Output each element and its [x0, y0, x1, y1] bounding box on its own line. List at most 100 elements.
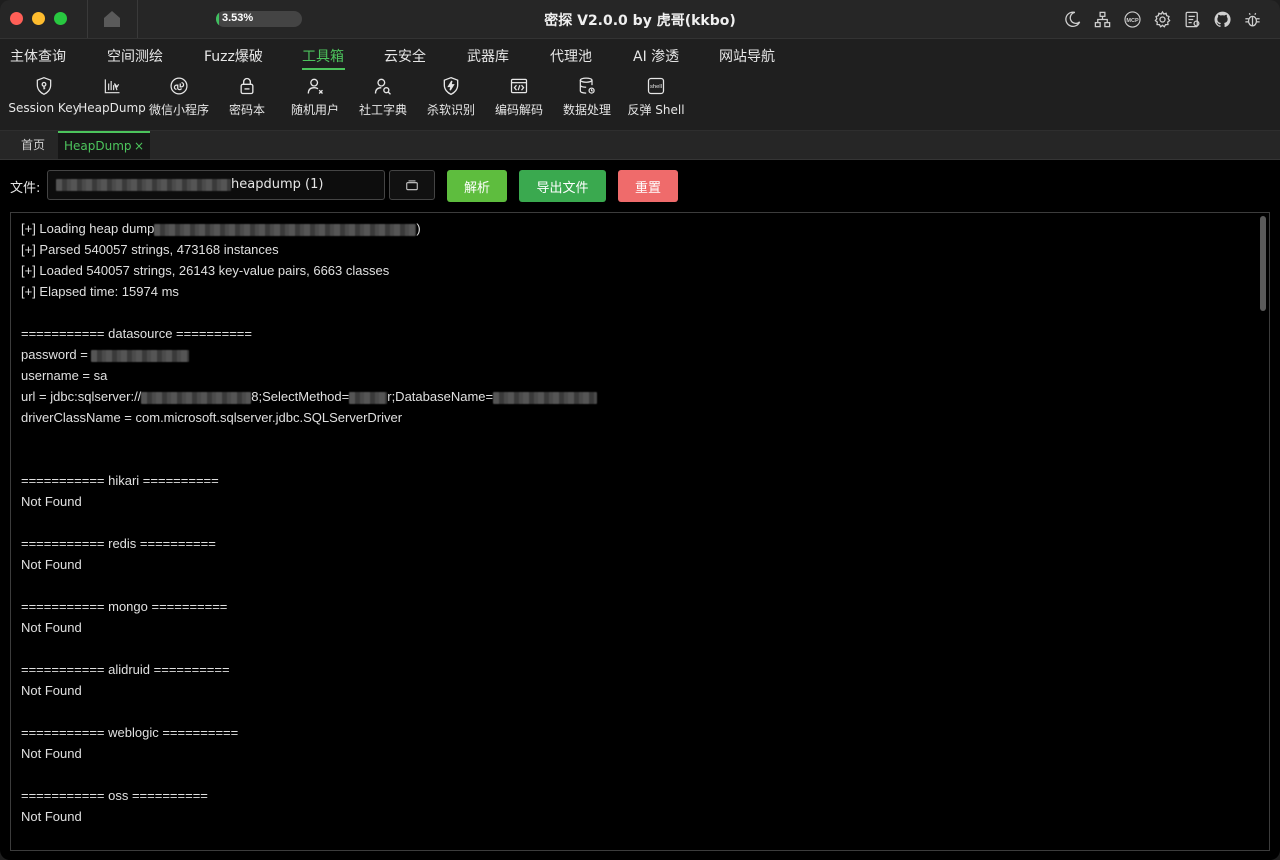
- menu-item-arsenal[interactable]: 武器库: [467, 46, 509, 66]
- browse-folder-button[interactable]: [389, 170, 435, 200]
- redacted-text: [154, 223, 417, 236]
- output-text: Not Found: [21, 809, 82, 824]
- mini-program-icon: [170, 77, 188, 95]
- user-search-icon: [374, 78, 391, 95]
- svg-text:shell: shell: [650, 84, 662, 90]
- parse-button[interactable]: 解析: [447, 170, 507, 202]
- output-text: url = jdbc:sqlserver://: [21, 389, 142, 404]
- output-text: [+] Loading heap dump: [21, 221, 155, 236]
- folder-icon: [406, 180, 418, 191]
- output-line: Not Found: [21, 743, 1251, 764]
- tool-session-key[interactable]: Session Key: [8, 76, 80, 115]
- output-line: Not Found: [21, 617, 1251, 638]
- gear-icon[interactable]: [1152, 9, 1172, 29]
- output-line: =========== redis ==========: [21, 533, 1251, 554]
- menu-item-site-nav[interactable]: 网站导航: [719, 46, 775, 66]
- app-window: 3.53% 密探 V2.0.0 by 虎哥(kkbo) MCP 主体查询 空间测…: [0, 0, 1280, 860]
- tool-label: 随机用户: [290, 103, 339, 117]
- scrollbar[interactable]: [1260, 216, 1266, 311]
- maximize-window-button[interactable]: [54, 12, 67, 25]
- tool-password-book[interactable]: 密码本: [220, 76, 274, 118]
- home-icon[interactable]: [100, 7, 124, 31]
- tool-av-detect[interactable]: 杀软识别: [424, 76, 478, 118]
- shield-bolt-icon: [443, 76, 459, 96]
- tab-home[interactable]: 首页: [10, 131, 56, 159]
- key-shield-icon: [36, 76, 52, 96]
- output-line: password =: [21, 344, 1251, 365]
- tool-heapdump[interactable]: HeapDump: [78, 76, 146, 115]
- tool-label: 编码解码: [494, 103, 543, 117]
- menu-item-cloud-security[interactable]: 云安全: [384, 46, 426, 66]
- progress-fill: [216, 11, 220, 27]
- tool-label: HeapDump: [78, 101, 146, 115]
- menu-item-subject-query[interactable]: 主体查询: [10, 46, 66, 66]
- tool-data-processing[interactable]: 数据处理: [560, 76, 614, 118]
- output-line: Not Found: [21, 806, 1251, 827]
- menu-item-ai-pentest[interactable]: AI 渗透: [633, 46, 679, 66]
- redacted-text: [493, 391, 598, 404]
- menu-item-space-mapping[interactable]: 空间测绘: [107, 46, 163, 66]
- lock-icon: [240, 77, 254, 95]
- output-text: =========== hikari ==========: [21, 473, 219, 488]
- output-line: [+] Elapsed time: 15974 ms: [21, 281, 1251, 302]
- output-line: =========== mongo ==========: [21, 596, 1251, 617]
- mcp-icon[interactable]: MCP: [1122, 9, 1142, 29]
- output-text: Not Found: [21, 557, 82, 572]
- output-text: r;DatabaseName=: [387, 389, 494, 404]
- title-bar: 3.53% 密探 V2.0.0 by 虎哥(kkbo) MCP: [0, 0, 1280, 39]
- output-line: =========== datasource ==========: [21, 323, 1251, 344]
- export-file-button[interactable]: 导出文件: [519, 170, 606, 202]
- menu-item-toolbox[interactable]: 工具箱: [302, 46, 344, 66]
- progress-bar: 3.53%: [216, 11, 302, 27]
- output-line: =========== weblogic ==========: [21, 722, 1251, 743]
- close-window-button[interactable]: [10, 12, 23, 25]
- close-icon[interactable]: ×: [134, 133, 144, 159]
- tool-label: Session Key: [8, 101, 80, 115]
- output-line: Not Found: [21, 554, 1251, 575]
- shell-icon: shell: [647, 77, 665, 95]
- tool-reverse-shell[interactable]: shell 反弹 Shell: [627, 76, 685, 118]
- menu-item-fuzz[interactable]: Fuzz爆破: [204, 46, 263, 66]
- output-line: username = sa: [21, 365, 1251, 386]
- tool-encode-decode[interactable]: 编码解码: [492, 76, 546, 118]
- output-text: driverClassName = com.microsoft.sqlserve…: [21, 410, 403, 425]
- output-line: driverClassName = com.microsoft.sqlserve…: [21, 407, 1251, 428]
- output-line: [+] Loading heap dump): [21, 218, 1251, 239]
- tool-wechat-mini-program[interactable]: 微信小程序: [147, 76, 211, 118]
- output-text: =========== alidruid ==========: [21, 662, 230, 677]
- redacted-text: [91, 349, 190, 362]
- output-line: url = jdbc:sqlserver:// 8;SelectMethod= r;…: [21, 386, 1251, 407]
- document-icon[interactable]: [1182, 9, 1202, 29]
- tool-random-user[interactable]: 随机用户: [288, 76, 342, 118]
- minimize-window-button[interactable]: [32, 12, 45, 25]
- output-text: =========== redis ==========: [21, 536, 216, 551]
- tool-label: 反弹 Shell: [627, 103, 685, 117]
- redacted-text: [56, 178, 231, 191]
- menu-item-proxy-pool[interactable]: 代理池: [550, 46, 592, 66]
- tool-label: 社工字典: [358, 103, 407, 117]
- output-lines: [+] Loading heap dump) [+] Parsed 540057 …: [21, 218, 1251, 827]
- output-text: =========== weblogic ==========: [21, 725, 239, 740]
- tool-social-dict[interactable]: 社工字典: [356, 76, 410, 118]
- output-text: Not Found: [21, 746, 82, 761]
- tool-label: 杀软识别: [426, 103, 475, 117]
- github-icon[interactable]: [1212, 9, 1232, 29]
- output-text: Not Found: [21, 494, 82, 509]
- output-console[interactable]: [+] Loading heap dump) [+] Parsed 540057 …: [10, 212, 1270, 851]
- file-path-input[interactable]: heapdump (1): [47, 170, 385, 200]
- moon-icon[interactable]: [1062, 9, 1082, 29]
- output-text: [+] Loaded 540057 strings, 26143 key-val…: [21, 263, 390, 278]
- file-label: 文件:: [10, 181, 41, 196]
- output-text: =========== oss ==========: [21, 788, 208, 803]
- network-icon[interactable]: [1092, 9, 1112, 29]
- tab-heapdump[interactable]: HeapDump ×: [58, 131, 150, 159]
- output-line: =========== hikari ==========: [21, 470, 1251, 491]
- output-line: [+] Parsed 540057 strings, 473168 instan…: [21, 239, 1251, 260]
- bug-icon[interactable]: [1242, 9, 1262, 29]
- reset-button[interactable]: 重置: [618, 170, 678, 202]
